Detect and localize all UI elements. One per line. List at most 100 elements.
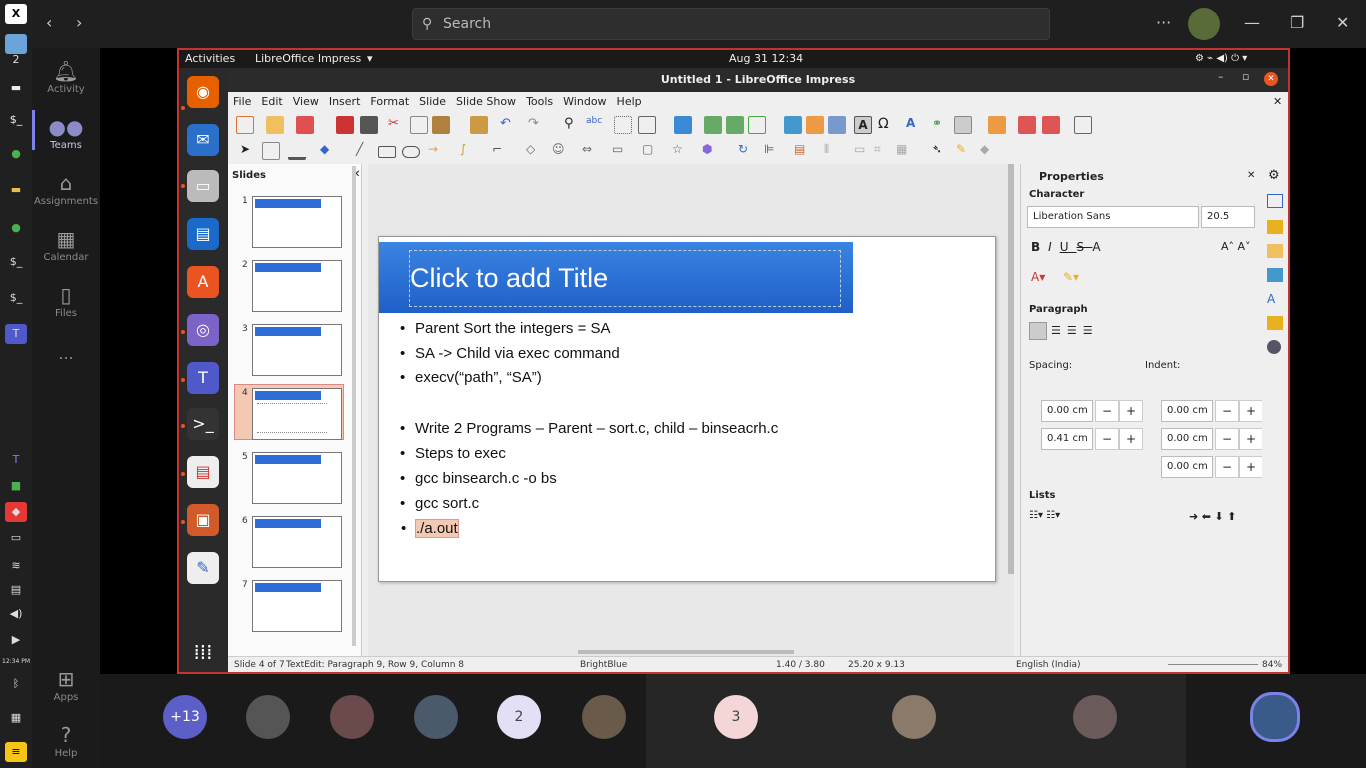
spacing-below-increase[interactable]: +	[1119, 428, 1143, 450]
close-document-icon[interactable]: ✕	[1268, 92, 1287, 112]
bullet-7[interactable]: gcc sort.c	[400, 495, 479, 512]
menu-edit[interactable]: Edit	[256, 95, 287, 108]
sidebar-navigator-icon[interactable]	[1267, 340, 1281, 354]
terminal-icon[interactable]: $_	[5, 110, 27, 130]
master-slide-icon[interactable]	[674, 116, 692, 134]
sidebar-master-slides-icon[interactable]	[1267, 220, 1283, 234]
nav-assignments[interactable]: ⌂ Assignments	[32, 170, 100, 207]
menu-help[interactable]: Help	[612, 95, 647, 108]
bullet-4[interactable]: Write 2 Programs – Parent – sort.c, chil…	[400, 420, 778, 437]
start-slideshow-icon[interactable]	[988, 116, 1006, 134]
show-apps-icon[interactable]: ⁞⁞⁞	[187, 636, 219, 668]
participant-avatar-3[interactable]	[414, 695, 458, 739]
find-replace-icon[interactable]: ⚲	[564, 116, 582, 134]
new-slide-icon[interactable]	[704, 116, 722, 134]
align-left-icon[interactable]	[1029, 322, 1047, 340]
connectors-icon[interactable]: ⌐	[492, 142, 510, 160]
align-center-right-justify-icons[interactable]: ☰☰☰	[1051, 324, 1099, 337]
bold-italic-underline-strike-icons[interactable]: BIUSA	[1031, 240, 1109, 254]
clipboard-icon[interactable]: ▤	[5, 580, 27, 600]
nav-apps[interactable]: ⊞ Apps	[32, 666, 100, 703]
symbol-shapes-icon[interactable]: ☺	[552, 142, 570, 160]
arrange-icon[interactable]: ▤	[794, 142, 812, 160]
network-icon[interactable]: ◎	[187, 314, 219, 346]
menu-window[interactable]: Window	[558, 95, 611, 108]
files-icon[interactable]: ▭	[187, 170, 219, 202]
indent-after-field[interactable]: 0.00 cm	[1161, 428, 1213, 450]
box-icon[interactable]: ■	[5, 476, 27, 496]
list-promote-demote-icons[interactable]: ➜ ⬅ ⬇ ⬆	[1189, 510, 1236, 523]
glue-points-icon[interactable]: ✎	[956, 142, 974, 160]
sidebar-styles-icon[interactable]: A	[1267, 292, 1275, 306]
bullet-8-selected[interactable]: ./a.out	[401, 519, 459, 538]
print-icon[interactable]	[360, 116, 378, 134]
indent-after-increase[interactable]: +	[1239, 428, 1263, 450]
grow-shrink-font-icons[interactable]: A˄ A˅	[1221, 240, 1251, 253]
anydesk-icon[interactable]: ◆	[5, 502, 27, 522]
participant-avatar-1[interactable]	[246, 695, 290, 739]
font-size-field[interactable]: 20.5	[1201, 206, 1255, 228]
new-icon[interactable]	[236, 116, 254, 134]
toggle-extrusion-icon[interactable]: ◆	[980, 142, 998, 160]
ellipse-icon[interactable]	[402, 146, 420, 158]
spacing-above-decrease[interactable]: −	[1095, 400, 1119, 422]
font-color-icon[interactable]: A▾	[1031, 270, 1045, 284]
slide-thumbnail-3[interactable]	[252, 324, 342, 376]
volume-icon[interactable]: ◀)	[5, 604, 27, 624]
nav-help[interactable]: ? Help	[32, 722, 100, 759]
bullet-5[interactable]: Steps to exec	[400, 445, 506, 462]
folder-icon[interactable]: ▬	[5, 180, 27, 200]
activities-button[interactable]: Activities	[185, 50, 235, 68]
bluetooth-icon[interactable]: ᛒ	[5, 674, 27, 694]
slideshow-current-icon[interactable]	[1018, 116, 1036, 134]
slide-thumbnail-1[interactable]	[252, 196, 342, 248]
first-line-indent-increase[interactable]: +	[1239, 456, 1263, 478]
software-center-icon[interactable]: A	[187, 266, 219, 298]
play-icon[interactable]: ▶	[5, 630, 27, 650]
menu-file[interactable]: File	[228, 95, 256, 108]
hyperlink-icon[interactable]: ⚭	[932, 116, 950, 134]
more-apps-button[interactable]: ...	[32, 344, 100, 363]
notes-icon[interactable]: ≡	[5, 742, 27, 762]
indent-before-decrease[interactable]: −	[1215, 400, 1239, 422]
terminal-icon-3[interactable]: $_	[5, 288, 27, 308]
participant-avatar-4[interactable]	[582, 695, 626, 739]
slide-thumbnail-5[interactable]	[252, 452, 342, 504]
slides-scrollbar[interactable]	[352, 166, 356, 646]
system-tray-icons[interactable]: ⚙ ⌁ ◀) ⏻ ▾	[1195, 50, 1247, 68]
fontwork-icon[interactable]: A	[906, 116, 924, 134]
teams-dock-icon[interactable]: T	[187, 362, 219, 394]
status-zoom[interactable]: 84%	[1262, 657, 1282, 673]
back-icon[interactable]: ‹	[46, 12, 52, 34]
more-options-icon[interactable]: ···	[1156, 12, 1171, 34]
bullet-3[interactable]: execv(“path”, “SA”)	[400, 369, 542, 386]
redo-icon[interactable]: ↷	[528, 116, 546, 134]
copy-icon[interactable]	[410, 116, 428, 134]
character-section[interactable]: Character	[1029, 189, 1084, 200]
sidebar-transition-icon[interactable]	[1267, 268, 1283, 282]
menu-tools[interactable]: Tools	[521, 95, 558, 108]
flowchart-icon[interactable]: ▭	[612, 142, 630, 160]
menu-format[interactable]: Format	[365, 95, 414, 108]
callouts-icon[interactable]: ▢	[642, 142, 660, 160]
sidebar-animation-icon[interactable]	[1267, 244, 1283, 258]
window-minimize-icon[interactable]: –	[1218, 70, 1224, 83]
special-character-icon[interactable]: Ω	[878, 116, 896, 134]
calculator-icon[interactable]: ▦	[5, 708, 27, 728]
status-master[interactable]: BrightBlue	[580, 657, 627, 673]
spacing-above-field[interactable]: 0.00 cm	[1041, 400, 1093, 422]
active-speaker-avatar[interactable]	[1250, 692, 1300, 742]
paragraph-section[interactable]: Paragraph	[1029, 304, 1088, 315]
horizontal-scrollbar[interactable]	[578, 650, 794, 654]
chrome-icon-2[interactable]: ●	[5, 218, 27, 238]
participant-initials-3[interactable]: 3	[714, 695, 758, 739]
chart-icon[interactable]	[828, 116, 846, 134]
block-arrows-icon[interactable]: ⇔	[582, 142, 600, 160]
rotate-icon[interactable]: ↻	[738, 142, 756, 160]
line-icon[interactable]: ╱	[356, 142, 374, 160]
3d-objects-icon[interactable]: ⬢	[702, 142, 720, 160]
highlight-color-icon[interactable]: ✎▾	[1063, 270, 1079, 284]
app-menu[interactable]: LibreOffice Impress	[255, 50, 361, 68]
table-icon[interactable]	[748, 116, 766, 134]
image-icon[interactable]	[784, 116, 802, 134]
